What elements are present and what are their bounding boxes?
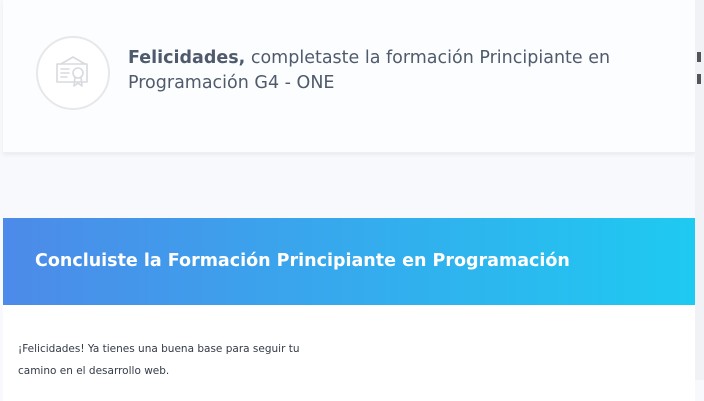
banner-title: Concluiste la Formación Principiante en …: [35, 251, 570, 271]
page: Felicidades, completaste la formación Pr…: [0, 0, 704, 401]
certificate-message: Felicidades, completaste la formación Pr…: [128, 46, 628, 96]
certificate-message-bold: Felicidades,: [128, 48, 246, 68]
completion-body-card: ¡Felicidades! Ya tienes una buena base p…: [3, 305, 695, 401]
completion-body-text: ¡Felicidades! Ya tienes una buena base p…: [18, 343, 300, 377]
edge-mark: [697, 52, 701, 62]
completion-banner: Concluiste la Formación Principiante en …: [3, 218, 695, 305]
certificate-card: Felicidades, completaste la formación Pr…: [3, 0, 695, 153]
certificate-icon-graphic: [56, 56, 88, 87]
edge-mark: [697, 74, 701, 84]
certificate-icon: [36, 36, 110, 110]
right-edge-strip: [695, 0, 704, 380]
